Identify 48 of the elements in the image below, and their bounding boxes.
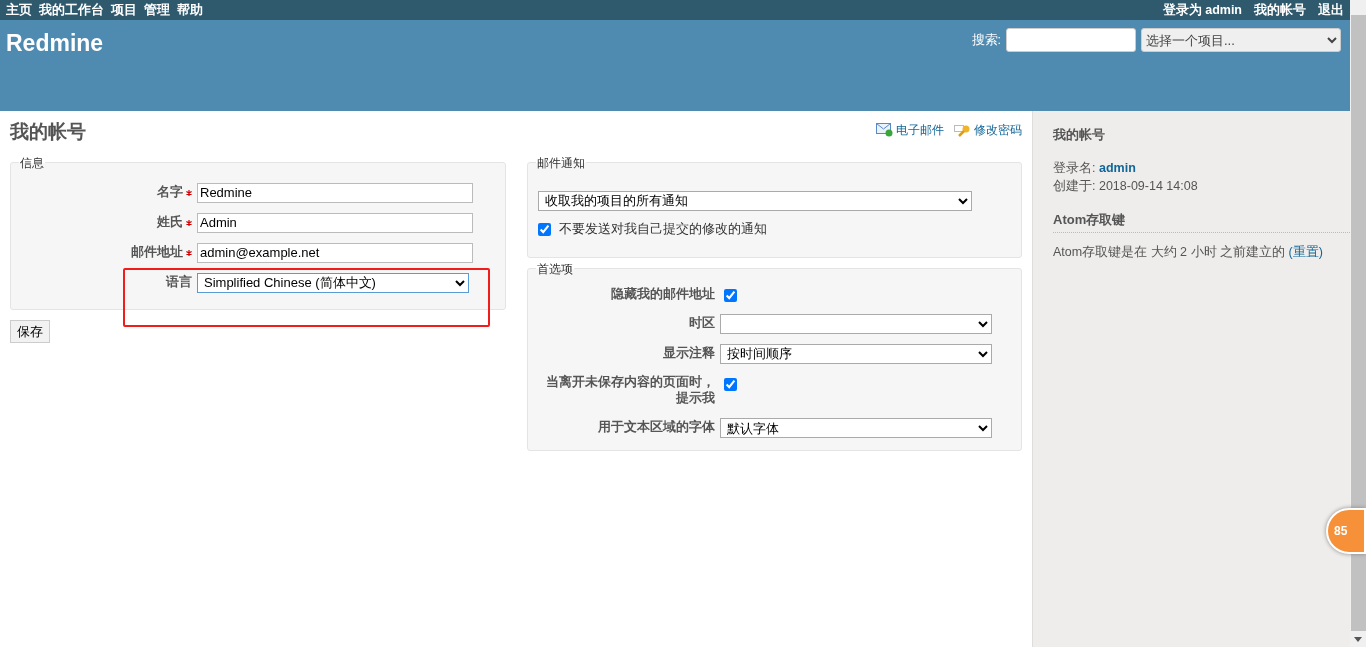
field-label: 当离开未保存内容的页面时，提示我 (544, 373, 715, 408)
login-label: 登录名: (1053, 160, 1097, 175)
menu-link[interactable]: 我的帐号 (1254, 0, 1306, 20)
field-label: 用于文本区域的字体 (597, 419, 715, 437)
field-label: 姓氏 (156, 213, 183, 231)
site-title: Redmine (6, 30, 104, 58)
created-date: 创建于: 2018-09-14 14:08 (1053, 178, 1199, 196)
page-title: 我的帐号 (10, 121, 86, 144)
key-icon (954, 123, 971, 137)
envelope-icon (876, 123, 893, 137)
dropdown-select[interactable]: 默认字体 (719, 418, 992, 439)
text-field[interactable]: Redmine (197, 182, 473, 203)
field-label: 时区 (688, 314, 715, 332)
down-arrow-icon[interactable] (1354, 636, 1362, 642)
field-label: 语言 (166, 273, 192, 291)
notification-select[interactable]: 收取我的项目的所有通知 (537, 190, 972, 211)
reset-link[interactable]: (重置) (1288, 244, 1323, 259)
checkbox[interactable] (723, 377, 737, 391)
checkbox[interactable] (723, 288, 737, 302)
email-link[interactable]: 电子邮件 (876, 121, 944, 139)
menu-link[interactable]: 管理 (144, 0, 170, 20)
checkbox-label: 不要发送对我自己提交的修改的通知 (558, 221, 767, 239)
field-label: 邮件地址 (130, 243, 183, 261)
atom-key-text: Atom存取键是在 大约 2 小时 之前建立的 (1053, 244, 1286, 259)
text-field[interactable]: admin@example.net (197, 242, 473, 263)
menu-link[interactable]: 主页 (6, 0, 32, 20)
user-link[interactable]: admin (1098, 160, 1136, 175)
user-link[interactable]: admin (1205, 2, 1242, 17)
search-field[interactable] (1006, 28, 1136, 52)
search-label: 搜索: (971, 31, 1001, 49)
change-password-link[interactable]: 修改密码 (954, 121, 1022, 139)
field-label: 名字 (156, 183, 183, 201)
project-select[interactable]: 选择一个项目... (1141, 28, 1341, 52)
field-label: 隐藏我的邮件地址 (610, 285, 715, 303)
save-button[interactable]: 保存 (10, 319, 50, 344)
menu-link[interactable]: 退出 (1318, 0, 1344, 20)
sidebar-title: 我的帐号 (1053, 126, 1106, 144)
menu-link[interactable]: 项目 (111, 0, 137, 20)
menu-link[interactable]: 我的工作台 (39, 0, 104, 20)
scrollbar[interactable] (1350, 0, 1366, 647)
text-field[interactable]: Admin (197, 212, 473, 233)
field-label: 显示注释 (662, 344, 715, 362)
dropdown-select[interactable] (719, 313, 992, 334)
language-select[interactable]: Simplified Chinese (简体中文) (197, 272, 469, 293)
checkbox[interactable] (537, 222, 551, 236)
login-status: 登录为 admin (1162, 1, 1242, 19)
dropdown-select[interactable]: 按时间顺序 (719, 343, 992, 364)
menu-link[interactable]: 帮助 (177, 0, 203, 20)
